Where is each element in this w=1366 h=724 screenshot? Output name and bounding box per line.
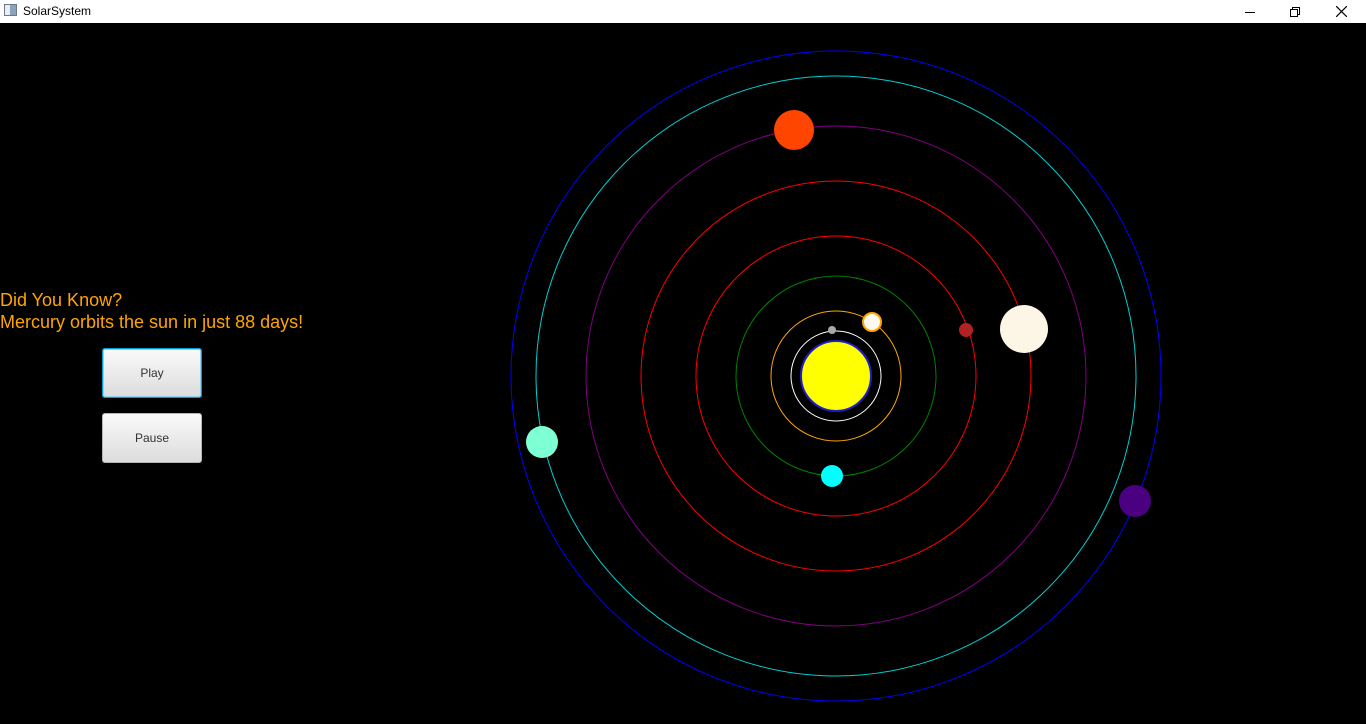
sun [800, 340, 872, 412]
planet-saturn [774, 110, 814, 150]
planet-venus [862, 312, 882, 332]
restore-icon [1290, 6, 1300, 17]
title-bar: SolarSystem [0, 0, 1366, 23]
minimize-button[interactable] [1227, 0, 1273, 23]
close-icon [1335, 6, 1347, 17]
close-button[interactable] [1318, 0, 1364, 23]
minimize-icon [1245, 11, 1255, 13]
app-icon [4, 4, 17, 16]
planet-neptune [1119, 485, 1151, 517]
solar-system-view [510, 50, 1162, 702]
planet-uranus [526, 426, 558, 458]
planet-mars [959, 323, 973, 337]
solar-canvas: Did You Know? Mercury orbits the sun in … [0, 23, 1366, 724]
window-title: SolarSystem [23, 4, 92, 18]
planet-mercury [828, 326, 836, 334]
planet-earth [821, 465, 843, 487]
restore-button[interactable] [1272, 0, 1318, 23]
planet-jupiter [1000, 305, 1048, 353]
